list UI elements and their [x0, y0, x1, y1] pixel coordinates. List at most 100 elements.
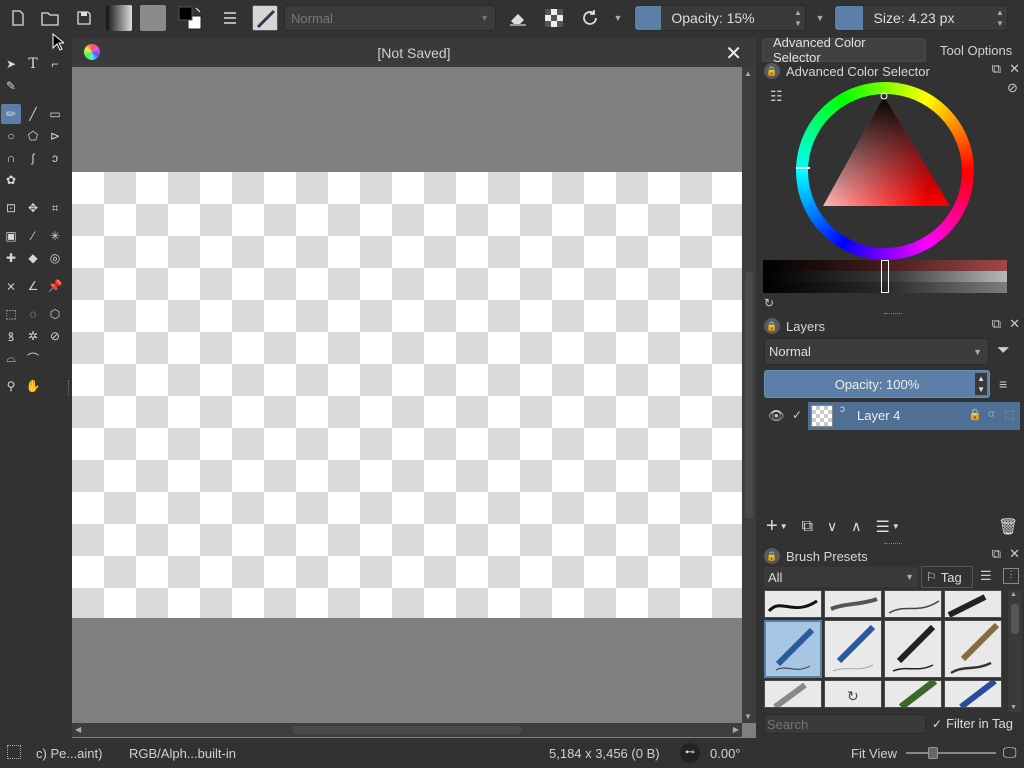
zoom-tool-icon[interactable]: ⚲: [1, 376, 21, 396]
alpha-lock-icon[interactable]: α: [988, 408, 994, 420]
dynamic-brush-tool-icon[interactable]: ↄ: [45, 148, 65, 168]
close-docker-icon[interactable]: ✕: [1009, 546, 1020, 562]
brush-presets-scrollbar-thumb[interactable]: [1011, 604, 1019, 634]
brush-preset-graphite[interactable]: [944, 620, 1002, 678]
horizontal-scrollbar-thumb[interactable]: [292, 726, 522, 734]
calligraphy-tool-icon[interactable]: ✎: [1, 76, 21, 96]
pan-tool-icon[interactable]: ✋: [23, 376, 43, 396]
foreground-background-color-icon[interactable]: [176, 4, 204, 32]
smart-patch-tool-icon[interactable]: ✚: [1, 248, 21, 268]
float-docker-icon[interactable]: ⧉: [992, 61, 1001, 77]
bezier-selection-tool-icon[interactable]: ⌓: [1, 348, 21, 368]
chevron-down-icon[interactable]: ▼: [892, 522, 900, 531]
inherit-alpha-icon[interactable]: ⬚: [1004, 408, 1014, 421]
size-slider[interactable]: Size: 4.23 px ▲ ▼: [834, 5, 1008, 31]
brush-preset-pencil-line[interactable]: [884, 590, 942, 618]
move-tool-icon[interactable]: ✥: [23, 198, 43, 218]
ellipse-tool-icon[interactable]: ○: [1, 126, 21, 146]
float-docker-icon[interactable]: ⧉: [992, 316, 1001, 332]
tag-button[interactable]: ⚐ Tag: [921, 566, 973, 588]
blend-mode-select[interactable]: Normal ▼: [284, 5, 496, 31]
pattern-swatch[interactable]: [140, 5, 166, 31]
storage-icon[interactable]: ⋮: [1003, 568, 1019, 584]
elliptical-selection-tool-icon[interactable]: ◌: [23, 304, 43, 324]
spin-arrows-icon[interactable]: ▲ ▼: [995, 7, 1005, 29]
scroll-up-icon[interactable]: ▲: [1010, 591, 1017, 598]
enclose-fill-tool-icon[interactable]: ◎: [45, 248, 65, 268]
assistant-tool-icon[interactable]: ⨯: [1, 276, 21, 296]
brush-preset-green-pencil[interactable]: [884, 680, 942, 708]
measure-tool-icon[interactable]: ∠: [23, 276, 43, 296]
zoom-slider-track[interactable]: [906, 747, 996, 759]
scroll-down-icon[interactable]: ▼: [1010, 704, 1017, 711]
crop-tool-icon[interactable]: ⌗: [45, 198, 65, 218]
fill-tool-icon[interactable]: ◆: [23, 248, 43, 268]
duplicate-layer-icon[interactable]: ⧉: [802, 518, 813, 536]
opacity-slider[interactable]: Opacity: 15% ▲ ▼: [634, 5, 806, 31]
vertical-scrollbar-thumb[interactable]: [745, 271, 753, 519]
save-icon[interactable]: [70, 4, 98, 32]
lock-layer-icon[interactable]: 🔒: [968, 408, 982, 421]
tab-advanced-color-selector[interactable]: Advanced Color Selector: [762, 35, 926, 65]
edit-shapes-tool-icon[interactable]: ⌐: [45, 54, 65, 74]
float-docker-icon[interactable]: ⧉: [992, 546, 1001, 562]
scroll-right-icon[interactable]: ▶: [733, 725, 739, 734]
zoom-slider-handle[interactable]: [928, 747, 938, 759]
freehand-selection-tool-icon[interactable]: ꝸ: [1, 326, 21, 346]
polyline-tool-icon[interactable]: ⊳: [45, 126, 65, 146]
drawing-canvas[interactable]: [72, 172, 742, 618]
brush-filter-select[interactable]: All ▼: [764, 567, 918, 587]
layer-blend-mode-select[interactable]: Normal ▼: [764, 338, 989, 365]
scroll-up-icon[interactable]: ▲: [744, 69, 752, 78]
chevron-down-icon[interactable]: ▼: [608, 4, 628, 32]
similar-color-selection-tool-icon[interactable]: ⊘: [45, 326, 65, 346]
rotation-value[interactable]: 0.00°: [710, 746, 741, 761]
brush-presets-scrollbar[interactable]: ▲ ▼: [1008, 590, 1022, 712]
freehand-brush-tool-icon[interactable]: ✏: [1, 104, 21, 124]
brush-preset-smudge[interactable]: ↻: [824, 680, 882, 708]
lock-icon[interactable]: 🔒: [764, 318, 780, 334]
text-tool-icon[interactable]: T: [23, 54, 43, 74]
chevron-down-icon[interactable]: ▼: [780, 522, 788, 531]
zoom-mode[interactable]: Fit View: [851, 746, 897, 761]
line-tool-icon[interactable]: ╱: [23, 104, 43, 124]
layer-row[interactable]: 👁 ✓ ↄ Layer 4 🔒 α ⬚: [764, 402, 1020, 430]
spin-arrows-icon[interactable]: ▲ ▼: [793, 7, 803, 29]
close-docker-icon[interactable]: ✕: [1009, 61, 1020, 77]
scroll-left-icon[interactable]: ◀: [75, 725, 81, 734]
eraser-icon[interactable]: [504, 4, 532, 32]
docker-splitter[interactable]: [884, 313, 902, 314]
polygon-tool-icon[interactable]: ⬠: [23, 126, 43, 146]
colorize-mask-tool-icon[interactable]: ✳: [45, 226, 65, 246]
vertical-scrollbar[interactable]: ▲ ▼: [742, 67, 756, 723]
refresh-icon[interactable]: ↻: [764, 296, 774, 310]
brush-preset-airbrush[interactable]: [764, 680, 822, 708]
open-document-icon[interactable]: [36, 4, 64, 32]
freehand-path-tool-icon[interactable]: ʃ: [23, 148, 43, 168]
delete-layer-icon[interactable]: 🗑: [998, 517, 1018, 537]
transform-tool-icon[interactable]: ⊡: [1, 198, 21, 218]
brush-preset-blue-pencil[interactable]: [824, 620, 882, 678]
color-wheel[interactable]: [796, 82, 974, 260]
spin-arrows-icon[interactable]: ▲ ▼: [975, 373, 987, 395]
brush-settings-icon[interactable]: [216, 4, 244, 32]
close-icon[interactable]: ✕: [725, 41, 742, 66]
multibrush-tool-icon[interactable]: ✿: [1, 170, 21, 190]
saturation-value-triangle[interactable]: [796, 82, 974, 260]
layer-opacity-slider[interactable]: Opacity: 100% ▲ ▼: [764, 370, 990, 398]
horizontal-scrollbar[interactable]: ◀ ▶: [72, 723, 742, 737]
brush-preset-blue-pen[interactable]: [944, 680, 1002, 708]
view-mode-icon[interactable]: ☰: [980, 568, 992, 584]
gradient-swatch[interactable]: [106, 5, 132, 31]
polygonal-selection-tool-icon[interactable]: ⬡: [45, 304, 65, 324]
canvas-only-icon[interactable]: 🖵: [1003, 744, 1017, 761]
brush-preset-charcoal[interactable]: [944, 590, 1002, 618]
tab-tool-options[interactable]: Tool Options: [930, 38, 1024, 62]
brush-preset-black-pencil[interactable]: [884, 620, 942, 678]
layer-properties-icon[interactable]: ☰: [876, 517, 890, 537]
reload-preset-icon[interactable]: [576, 4, 604, 32]
selection-icon[interactable]: [7, 745, 21, 759]
new-document-icon[interactable]: [4, 4, 32, 32]
brush-preset-pencil-selected[interactable]: [764, 620, 822, 678]
color-profile[interactable]: RGB/Alph...built-in: [129, 746, 236, 761]
